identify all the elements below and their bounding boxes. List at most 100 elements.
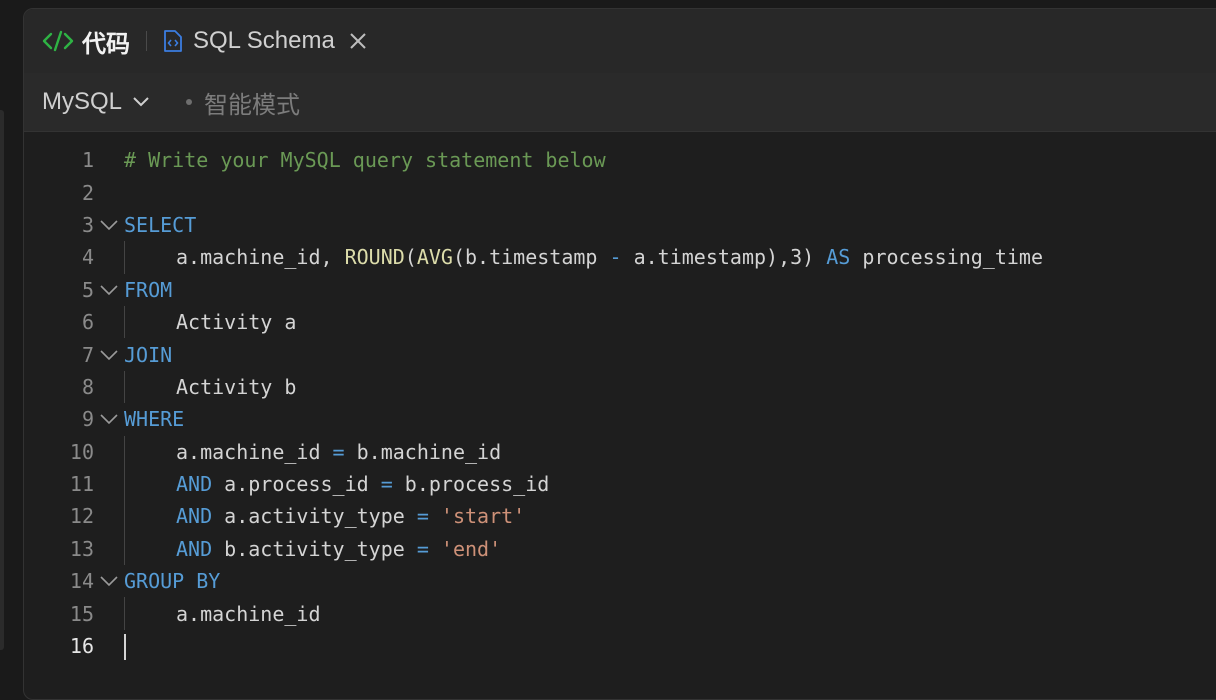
code-line[interactable]: 8 Activity b [24, 370, 1216, 404]
code-line[interactable]: 1 # Write your MySQL query statement belo… [24, 144, 1216, 176]
code-line[interactable]: 2 [24, 176, 1216, 208]
code-token: a.timestamp),3) [621, 245, 827, 270]
close-icon [350, 33, 366, 49]
code-token: a.activity_type [212, 504, 417, 529]
line-number: 12 [69, 504, 94, 529]
code-token: ROUND [344, 245, 405, 270]
line-number: 4 [81, 245, 94, 270]
code-token: AND [176, 536, 213, 561]
code-text: AND b.activity_type = 'end' [124, 537, 1216, 561]
code-token: WHERE [124, 407, 185, 432]
code-token: a.machine_id [176, 601, 321, 626]
fold-chevron-icon[interactable] [94, 219, 124, 231]
code-token: AS [826, 245, 851, 270]
fold-chevron-icon[interactable] [94, 575, 124, 587]
code-line[interactable]: 3 SELECT [24, 209, 1216, 241]
line-number: 7 [81, 342, 94, 367]
line-number: 10 [69, 439, 94, 464]
code-line[interactable]: 9 WHERE [24, 403, 1216, 435]
code-token: 'end' [440, 536, 502, 561]
code-token: SELECT [124, 212, 197, 237]
code-token: # Write your MySQL query statement below [124, 148, 606, 173]
fold-chevron-icon[interactable] [94, 413, 124, 425]
tab-code-label: 代码 [82, 30, 130, 58]
line-number: 13 [69, 536, 94, 561]
code-token: = [416, 504, 429, 529]
indent-guide [124, 597, 125, 630]
indent-guide [124, 435, 125, 468]
code-text: SELECT [124, 213, 1216, 237]
tab-divider [146, 31, 147, 51]
tab-sql-schema[interactable]: SQL Schema [163, 9, 367, 73]
mode-status-dot [186, 99, 193, 105]
code-line[interactable]: 7 JOIN [24, 338, 1216, 370]
code-token: = [332, 439, 345, 464]
line-number: 3 [81, 212, 94, 237]
fold-chevron-icon[interactable] [94, 349, 124, 361]
file-code-icon [163, 29, 183, 53]
line-number: 2 [81, 180, 94, 205]
code-line[interactable]: 5 FROM [24, 274, 1216, 306]
code-line[interactable]: 16 [24, 630, 1216, 662]
line-number: 16 [69, 634, 94, 659]
code-token: a.process_id [212, 472, 381, 497]
close-tab-button[interactable] [349, 32, 367, 50]
language-select[interactable]: MySQL [42, 88, 150, 116]
code-token: Activity b [176, 374, 297, 399]
code-token: AVG [416, 245, 453, 270]
code-token: b.machine_id [344, 439, 502, 464]
code-token: AND [176, 504, 213, 529]
code-token: AND [176, 472, 213, 497]
line-number: 9 [81, 407, 94, 432]
indent-guide [124, 305, 125, 339]
smart-mode-toggle[interactable]: 智能模式 [186, 85, 300, 120]
editor-toolbar: MySQL 智能模式 [24, 73, 1216, 132]
code-token: 'start' [440, 504, 526, 529]
code-line[interactable]: 10 a.machine_id = b.machine_id [24, 435, 1216, 468]
left-panel-scroll-edge [0, 110, 4, 650]
code-token: = [416, 536, 429, 561]
code-text: a.machine_id = b.machine_id [124, 440, 1216, 464]
code-line[interactable]: 15 a.machine_id [24, 597, 1216, 630]
indent-guide [124, 500, 125, 533]
line-number: 11 [69, 472, 94, 497]
line-number: 8 [81, 374, 94, 399]
code-line[interactable]: 4 a.machine_id, ROUND(AVG(b.timestamp - a… [24, 241, 1216, 274]
code-line[interactable]: 6 Activity a [24, 305, 1216, 339]
code-editor-panel: 代码 SQL Schema MySQL 智能模式 1 # Write your … [23, 8, 1216, 700]
code-token: a.machine_id [176, 439, 333, 464]
tab-code[interactable]: 代码 [42, 9, 130, 73]
code-token: (b.timestamp [452, 245, 610, 270]
language-label: MySQL [42, 88, 123, 115]
indent-guide [124, 467, 125, 501]
indent-guide [124, 241, 125, 274]
code-text: a.machine_id, ROUND(AVG(b.timestamp - a.… [124, 245, 1216, 269]
code-token: a.machine_id, [176, 245, 345, 270]
code-text: FROM [124, 278, 1216, 302]
code-line[interactable]: 12 AND a.activity_type = 'start' [24, 500, 1216, 533]
code-text: JOIN [124, 343, 1216, 367]
code-brackets-icon [42, 29, 74, 53]
code-text: Activity a [124, 310, 1216, 334]
code-token: b.activity_type [212, 536, 417, 561]
code-token: - [609, 245, 622, 270]
fold-chevron-icon[interactable] [94, 284, 124, 296]
code-text: AND a.activity_type = 'start' [124, 504, 1216, 528]
code-token: processing_time [850, 245, 1044, 270]
line-number: 5 [81, 277, 94, 302]
code-text: GROUP BY [124, 569, 1216, 593]
code-line[interactable]: 13 AND b.activity_type = 'end' [24, 532, 1216, 566]
code-text: WHERE [124, 407, 1216, 431]
indent-guide [124, 370, 125, 404]
line-number: 6 [81, 310, 94, 335]
code-line[interactable]: 11 AND a.process_id = b.process_id [24, 467, 1216, 501]
code-editor[interactable]: 1 # Write your MySQL query statement belo… [24, 132, 1216, 663]
code-text: a.machine_id [124, 602, 1216, 626]
code-token: b.process_id [392, 472, 550, 497]
code-token: FROM [124, 277, 173, 302]
line-number: 1 [81, 148, 94, 173]
line-number: 15 [69, 601, 94, 626]
code-line[interactable]: 14 GROUP BY [24, 565, 1216, 597]
